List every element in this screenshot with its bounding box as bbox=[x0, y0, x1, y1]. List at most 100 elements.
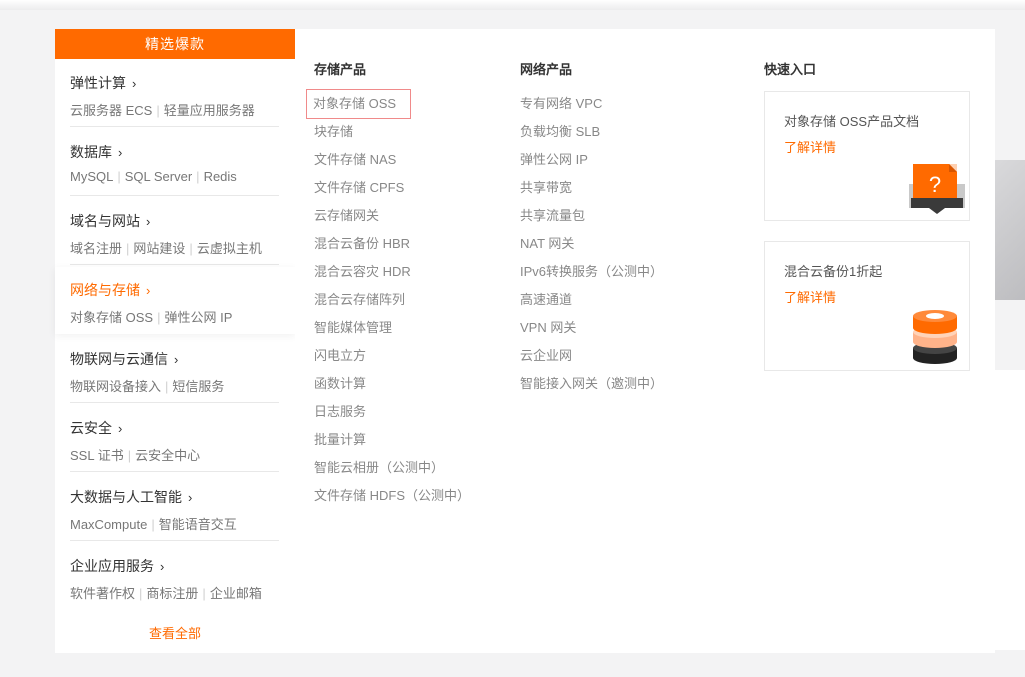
storage-product-link[interactable]: 文件存储 HDFS（公测中） bbox=[314, 486, 470, 506]
product-menu-panel: 存储产品 对象存储 OSS 块存储文件存储 NAS 文件存储 CPFS 云存储网关混合… bbox=[295, 29, 995, 653]
category-7[interactable]: 大数据与人工智能 › MaxCompute | 智能语音交互 bbox=[55, 474, 295, 541]
sub-link[interactable]: Redis bbox=[204, 169, 237, 184]
network-product-link[interactable]: 高速通道 bbox=[520, 290, 572, 310]
network-product-link[interactable]: 专有网络 VPC bbox=[520, 94, 602, 114]
storage-product-link[interactable]: 文件存储 NAS bbox=[314, 150, 396, 170]
sub-link[interactable]: 对象存储 OSS bbox=[70, 310, 153, 325]
category-title[interactable]: 弹性计算 › bbox=[70, 73, 295, 93]
svg-text:?: ? bbox=[929, 172, 941, 197]
sub-link[interactable]: 域名注册 bbox=[70, 241, 122, 256]
category-title[interactable]: 数据库 › bbox=[70, 142, 295, 162]
divider bbox=[70, 264, 279, 265]
sub-link[interactable]: SQL Server bbox=[125, 169, 192, 184]
category-4[interactable]: 网络与存储 › 对象存储 OSS | 弹性公网 IP bbox=[55, 267, 295, 334]
network-product-link[interactable]: VPN 网关 bbox=[520, 318, 576, 338]
storage-product-link[interactable]: 文件存储 CPFS bbox=[314, 178, 404, 198]
background-panel-edge bbox=[995, 370, 1025, 650]
separator: | bbox=[157, 310, 161, 325]
sub-link[interactable]: 智能语音交互 bbox=[159, 517, 237, 532]
category-3[interactable]: 域名与网站 › 域名注册 | 网站建设 | 云虚拟主机 bbox=[55, 198, 295, 265]
storage-product-link[interactable]: 智能媒体管理 bbox=[314, 318, 392, 338]
category-title-label: 物联网与云通信 bbox=[70, 351, 168, 367]
category-1[interactable]: 弹性计算 › 云服务器 ECS | 轻量应用服务器 bbox=[55, 60, 295, 127]
category-title[interactable]: 物联网与云通信 › bbox=[70, 349, 295, 369]
sub-link[interactable]: 企业邮箱 bbox=[210, 586, 262, 601]
sub-link[interactable]: 云服务器 ECS bbox=[70, 103, 152, 118]
network-product-link[interactable]: 共享带宽 bbox=[520, 178, 572, 198]
sub-link[interactable]: 云安全中心 bbox=[135, 448, 200, 463]
separator: | bbox=[117, 169, 121, 184]
storage-product-link[interactable]: 对象存储 OSS bbox=[306, 89, 412, 119]
network-product-link[interactable]: 智能接入网关（邀测中） bbox=[520, 374, 663, 394]
storage-product-link[interactable]: 混合云存储阵列 bbox=[314, 290, 405, 310]
category-6[interactable]: 云安全 › SSL 证书 | 云安全中心 bbox=[55, 405, 295, 472]
storage-product-link[interactable]: 日志服务 bbox=[314, 402, 366, 422]
quick-card-hybrid-backup[interactable]: 混合云备份1折起 了解详情 bbox=[764, 241, 970, 371]
category-2[interactable]: 数据库 › MySQL | SQL Server | Redis bbox=[55, 129, 295, 196]
top-strip bbox=[0, 0, 1025, 10]
quick-card-oss-docs[interactable]: 对象存储 OSS产品文档 了解详情 ? bbox=[764, 91, 970, 221]
chevron-right-icon: › bbox=[118, 420, 123, 436]
document-question-icon: ? bbox=[909, 164, 965, 214]
category-title[interactable]: 大数据与人工智能 › bbox=[70, 487, 295, 507]
quick-entry-title: 快速入口 bbox=[764, 62, 817, 77]
category-title[interactable]: 企业应用服务 › bbox=[70, 556, 295, 576]
category-sidebar: 精选爆款 弹性计算 › 云服务器 ECS | 轻量应用服务器 数据库 › MySQL | SQL … bbox=[55, 29, 295, 653]
chevron-right-icon: › bbox=[132, 75, 137, 91]
sub-link[interactable]: 软件著作权 bbox=[70, 586, 135, 601]
storage-product-link[interactable]: 批量计算 bbox=[314, 430, 366, 450]
view-all-link[interactable]: 查看全部 bbox=[55, 623, 295, 642]
network-product-link[interactable]: 共享流量包 bbox=[520, 206, 585, 226]
learn-more-link[interactable]: 了解详情 bbox=[784, 287, 836, 306]
storage-product-link[interactable]: 云存储网关 bbox=[314, 206, 379, 226]
network-product-link[interactable]: 弹性公网 IP bbox=[520, 150, 588, 170]
category-sub-links: MySQL | SQL Server | Redis bbox=[70, 169, 295, 184]
category-title-label: 网络与存储 bbox=[70, 282, 140, 298]
storage-stack-icon bbox=[913, 310, 957, 364]
storage-product-link[interactable]: 混合云备份 HBR bbox=[314, 234, 410, 254]
learn-more-link[interactable]: 了解详情 bbox=[784, 137, 836, 156]
separator: | bbox=[156, 103, 160, 118]
category-title[interactable]: 网络与存储 › bbox=[70, 280, 295, 300]
storage-product-link[interactable]: 混合云容灾 HDR bbox=[314, 262, 411, 282]
network-product-link[interactable]: 云企业网 bbox=[520, 346, 572, 366]
sub-link[interactable]: SSL 证书 bbox=[70, 448, 124, 463]
sub-link[interactable]: 弹性公网 IP bbox=[164, 310, 232, 325]
hot-products-header[interactable]: 精选爆款 bbox=[55, 29, 295, 59]
category-sub-links: 物联网设备接入 | 短信服务 bbox=[70, 376, 295, 395]
quick-card-title: 对象存储 OSS产品文档 bbox=[784, 114, 920, 129]
storage-product-link[interactable]: 闪电立方 bbox=[314, 346, 366, 366]
category-sub-links: 对象存储 OSS | 弹性公网 IP bbox=[70, 307, 295, 326]
sub-link[interactable]: MySQL bbox=[70, 169, 113, 184]
category-title[interactable]: 云安全 › bbox=[70, 418, 295, 438]
divider bbox=[70, 540, 279, 541]
category-title-label: 数据库 bbox=[70, 144, 112, 160]
chevron-right-icon: › bbox=[160, 558, 165, 574]
separator: | bbox=[127, 448, 132, 463]
divider bbox=[70, 126, 279, 127]
sub-link[interactable]: 短信服务 bbox=[172, 379, 224, 394]
storage-product-link[interactable]: 函数计算 bbox=[314, 374, 366, 394]
category-sub-links: SSL 证书 | 云安全中心 bbox=[70, 445, 295, 464]
network-product-link[interactable]: NAT 网关 bbox=[520, 234, 574, 254]
storage-product-link[interactable]: 智能云相册（公测中） bbox=[314, 458, 444, 478]
sub-link[interactable]: 云虚拟主机 bbox=[197, 241, 262, 256]
sub-link[interactable]: MaxCompute bbox=[70, 517, 147, 532]
chevron-right-icon: › bbox=[188, 489, 193, 505]
sub-link[interactable]: 商标注册 bbox=[146, 586, 198, 601]
sub-link[interactable]: 物联网设备接入 bbox=[70, 379, 161, 394]
storage-product-link[interactable]: 块存储 bbox=[314, 122, 353, 142]
category-5[interactable]: 物联网与云通信 › 物联网设备接入 | 短信服务 bbox=[55, 336, 295, 403]
separator: | bbox=[151, 517, 155, 532]
category-sub-links: 域名注册 | 网站建设 | 云虚拟主机 bbox=[70, 238, 295, 257]
category-8[interactable]: 企业应用服务 › 软件著作权 | 商标注册 | 企业邮箱 bbox=[55, 543, 295, 610]
separator: | bbox=[126, 241, 130, 256]
category-title[interactable]: 域名与网站 › bbox=[70, 211, 295, 231]
storage-products-title: 存储产品 bbox=[314, 62, 367, 77]
quick-card-title: 混合云备份1折起 bbox=[784, 264, 883, 279]
sub-link[interactable]: 轻量应用服务器 bbox=[164, 103, 255, 118]
separator: | bbox=[196, 169, 200, 184]
network-product-link[interactable]: 负载均衡 SLB bbox=[520, 122, 600, 142]
sub-link[interactable]: 网站建设 bbox=[133, 241, 185, 256]
network-product-link[interactable]: IPv6转换服务（公测中） bbox=[520, 262, 663, 282]
